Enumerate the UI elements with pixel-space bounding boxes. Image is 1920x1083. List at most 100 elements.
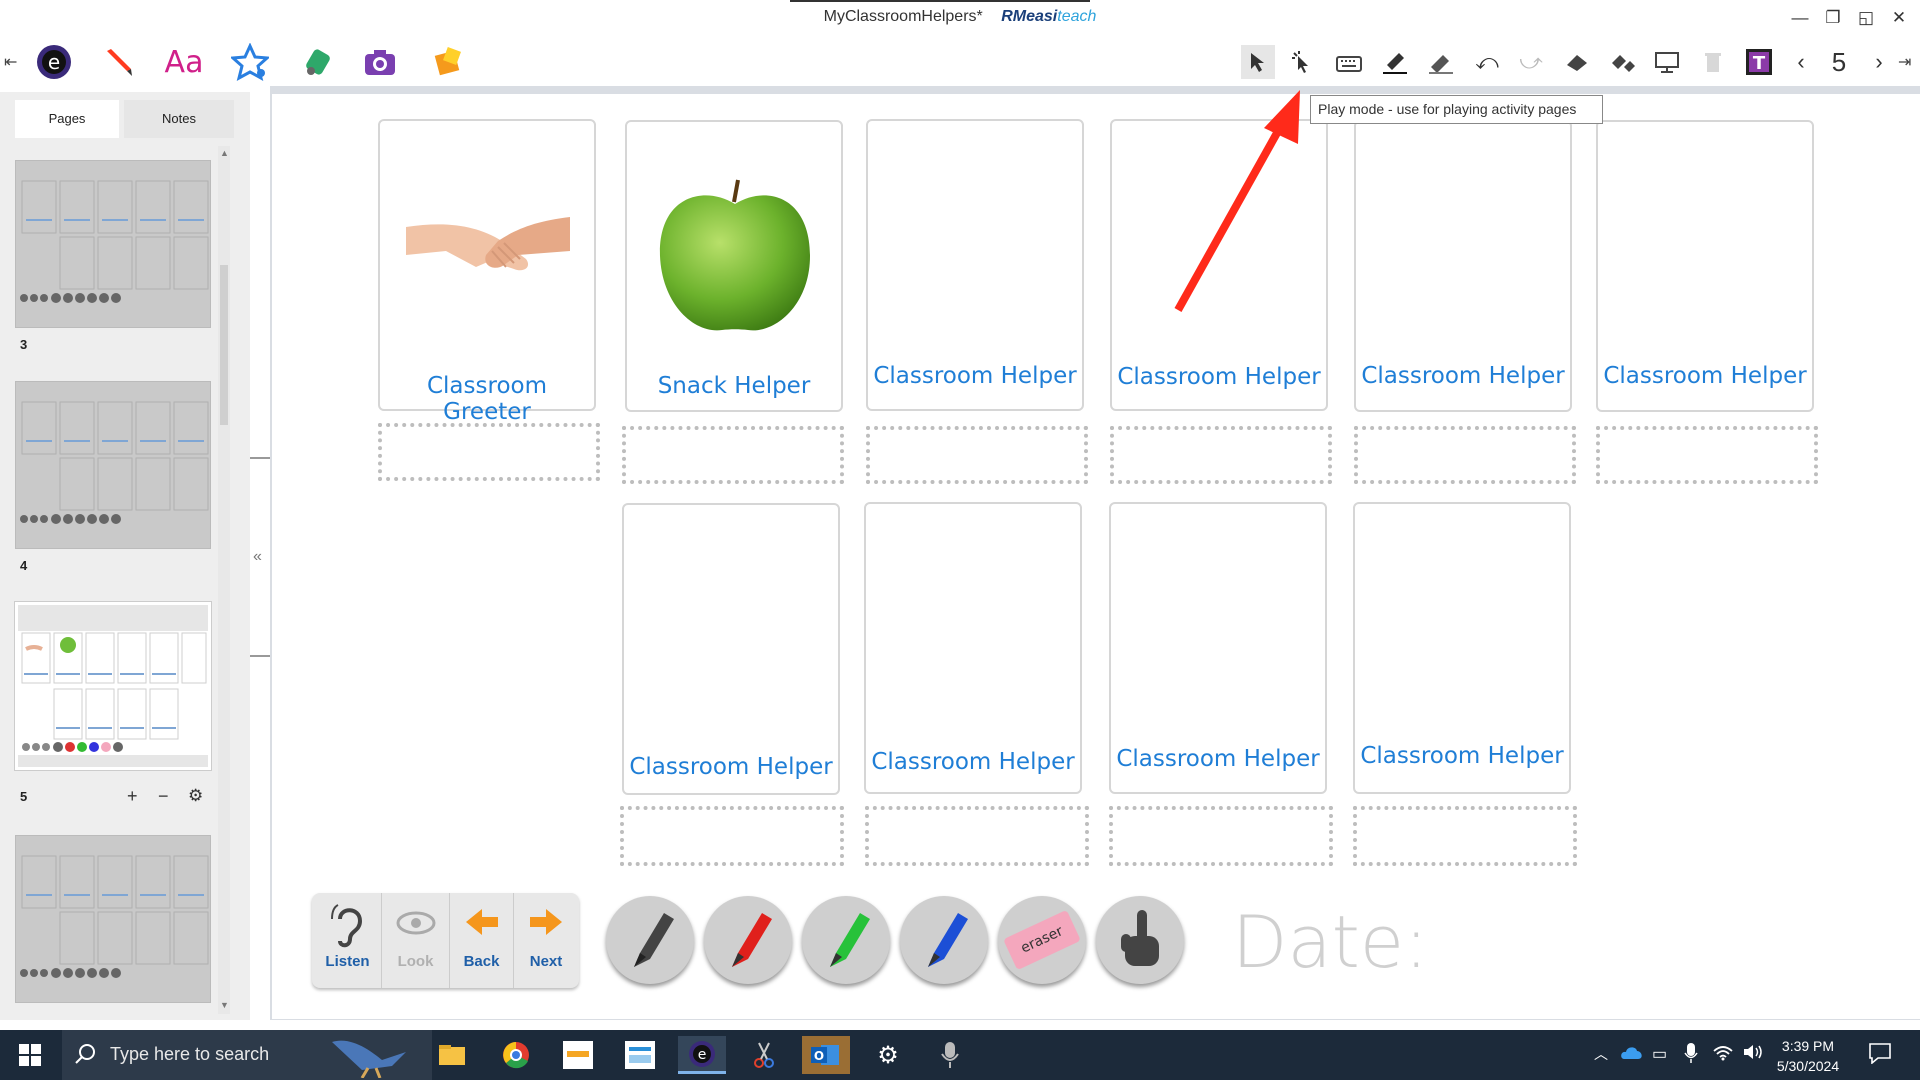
title-underline [790, 0, 1090, 2]
card-label: Classroom Helper [1360, 743, 1564, 769]
page-settings-button[interactable]: ⚙ [188, 786, 203, 806]
page-thumbnail-6[interactable] [15, 835, 211, 1003]
document-title: MyClassroomHelpers* [823, 8, 983, 25]
select-pointer-icon[interactable] [1241, 45, 1275, 79]
collapse-toolbar-icon[interactable]: ⇤ [4, 52, 17, 72]
eraser-label: eraser [1003, 909, 1081, 971]
chrome-icon[interactable] [492, 1036, 540, 1074]
card-classroom-helper-8[interactable]: Classroom Helper [864, 502, 1082, 794]
resources-icon[interactable] [298, 42, 338, 82]
page-thumbnail-3[interactable] [15, 160, 211, 328]
pen-tool-icon[interactable] [98, 42, 138, 82]
easiteach-taskbar-icon[interactable]: e [678, 1036, 726, 1074]
tab-notes[interactable]: Notes [124, 100, 234, 138]
scroll-up-icon[interactable]: ▲ [220, 148, 229, 158]
card-classroom-helper-9[interactable]: Classroom Helper [1109, 502, 1327, 794]
prev-page-icon[interactable]: ‹ [1784, 45, 1818, 79]
svg-text:e: e [48, 50, 60, 74]
onedrive-icon[interactable] [1620, 1043, 1644, 1066]
minimize-button[interactable]: — [1787, 6, 1813, 30]
remove-page-button[interactable]: − [158, 786, 169, 807]
drop-slot[interactable] [866, 426, 1088, 484]
notifications-icon[interactable] [1868, 1042, 1892, 1069]
drop-slot[interactable] [378, 423, 600, 481]
play-mode-icon[interactable] [1286, 45, 1320, 79]
drop-slot[interactable] [1110, 426, 1332, 484]
next-button[interactable]: Next [514, 893, 578, 988]
camera-icon[interactable] [360, 42, 400, 82]
drop-slot[interactable] [1353, 806, 1577, 866]
drop-slot[interactable] [620, 806, 844, 866]
trash-icon[interactable] [1696, 45, 1730, 79]
easiteach-menu-icon[interactable]: e [34, 42, 74, 82]
card-classroom-greeter[interactable]: Classroom Greeter [378, 119, 596, 425]
drop-slot[interactable] [1109, 806, 1333, 866]
next-label: Next [529, 953, 563, 970]
windows-start-icon[interactable] [6, 1036, 54, 1074]
look-button[interactable]: Look [382, 893, 450, 988]
add-page-button[interactable]: + [127, 786, 138, 807]
activities-icon[interactable] [428, 42, 468, 82]
drop-slot[interactable] [1596, 426, 1818, 484]
drop-slot[interactable] [865, 806, 1089, 866]
expand-toolbar-icon[interactable]: ⇥ [1898, 52, 1911, 72]
card-classroom-helper-10[interactable]: Classroom Helper [1353, 502, 1571, 794]
drop-slot[interactable] [1354, 426, 1576, 484]
listen-button[interactable]: Listen [314, 893, 382, 988]
redo-icon[interactable]: ⤻ [1514, 45, 1548, 79]
close-button[interactable]: ✕ [1886, 6, 1912, 30]
marker-icon[interactable] [1424, 45, 1458, 79]
text-tool-icon[interactable]: Aa [164, 42, 204, 82]
eye-icon [396, 911, 436, 935]
window-title: MyClassroomHelpers* RMeasiteach [0, 8, 1920, 26]
card-snack-helper[interactable]: Snack Helper [625, 120, 843, 412]
tab-pages[interactable]: Pages [15, 100, 119, 138]
ear-icon [331, 904, 363, 948]
card-classroom-helper-6[interactable]: Classroom Helper [1596, 120, 1814, 412]
red-marker-button[interactable] [704, 896, 792, 984]
eraser-tool-icon[interactable] [1560, 45, 1594, 79]
back-label: Back [463, 953, 500, 970]
ignite-app-icon[interactable] [554, 1036, 602, 1074]
panel-app-icon[interactable] [616, 1036, 664, 1074]
restore-button[interactable]: ❐ [1820, 6, 1846, 30]
microphone-app-icon[interactable] [926, 1036, 974, 1074]
battery-icon[interactable]: ▭ [1652, 1044, 1667, 1064]
undo-icon[interactable]: ⤺ [1470, 45, 1504, 79]
outlook-icon[interactable]: O [802, 1036, 850, 1074]
heron-search-highlight-icon [322, 1032, 422, 1083]
tray-chevron-icon[interactable]: ︿ [1594, 1044, 1608, 1064]
green-marker-button[interactable] [802, 896, 890, 984]
card-classroom-helper-7[interactable]: Classroom Helper [622, 503, 840, 795]
black-marker-button[interactable] [606, 896, 694, 984]
next-page-icon[interactable]: › [1862, 45, 1896, 79]
blue-marker-button[interactable] [900, 896, 988, 984]
tray-microphone-icon[interactable] [1684, 1042, 1698, 1069]
pointer-hand-button[interactable] [1096, 896, 1184, 984]
eraser-button[interactable]: eraser [998, 896, 1086, 984]
taskbar-clock[interactable]: 3:39 PM 5/30/2024 [1768, 1036, 1848, 1076]
textbox-toolkit-icon[interactable]: T [1742, 45, 1776, 79]
collapse-panel-icon[interactable]: « [253, 548, 262, 566]
file-explorer-icon[interactable] [428, 1036, 476, 1074]
drop-slot[interactable] [622, 426, 844, 484]
settings-gear-icon[interactable]: ⚙ [864, 1036, 912, 1074]
highlighter-icon[interactable] [1378, 45, 1412, 79]
page-thumbnail-5[interactable] [15, 602, 211, 770]
card-classroom-helper-5[interactable]: Classroom Helper [1354, 120, 1572, 412]
blue-marker-icon [928, 913, 968, 967]
back-button[interactable]: Back [450, 893, 514, 988]
shapes-star-icon[interactable] [230, 42, 270, 82]
splitter-line-top [250, 457, 270, 459]
volume-icon[interactable] [1742, 1043, 1764, 1066]
scroll-down-icon[interactable]: ▼ [220, 1000, 229, 1010]
fullscreen-button[interactable]: ◱ [1853, 6, 1879, 30]
display-icon[interactable] [1650, 45, 1684, 79]
wifi-icon[interactable] [1712, 1043, 1734, 1066]
clear-icon[interactable] [1606, 45, 1640, 79]
snipping-tool-icon[interactable] [740, 1036, 788, 1074]
keyboard-icon[interactable] [1332, 45, 1366, 79]
page-thumbnail-4[interactable] [15, 381, 211, 549]
pages-scrollbar-thumb[interactable] [220, 265, 228, 425]
card-classroom-helper-3[interactable]: Classroom Helper [866, 119, 1084, 411]
